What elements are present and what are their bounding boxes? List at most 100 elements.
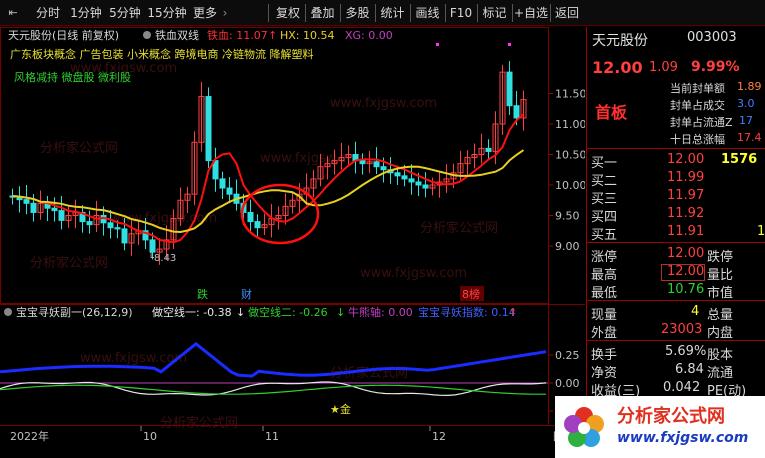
candle-down [121,228,128,244]
indicator-name: 铁血双线 [155,28,199,42]
price-axis-label: 9.00 [555,240,580,253]
candle-down [51,207,58,212]
bid-row[interactable]: 买二 11.99 [587,169,765,189]
stat-value: 1.89 [737,80,762,93]
fin-value: 0.042 [663,380,701,395]
detail-label: 外盘 [591,326,618,341]
fin-row: 净资 6.84 流通 [587,361,765,381]
stock-code: 003003 [687,30,737,45]
bid-label: 买五 [591,228,618,243]
sub-settings-icon[interactable] [4,308,12,316]
price-axis-label: 9.50 [555,210,580,223]
restore-rights-button[interactable]: 复权 [272,3,304,23]
period-tab-15min[interactable]: 15分钟 [146,3,188,23]
tiexue-arrow-icon: ↑ [268,29,277,42]
toolbar-divider [268,4,269,22]
sub-indicator-title: 宝宝寻妖副一(26,12,9) [16,305,133,319]
overlay-button[interactable]: 叠加 [306,3,339,23]
event-tag-ranking[interactable]: 8榜 [462,287,480,301]
candle-down [205,96,212,162]
multi-stock-button[interactable]: 多股 [341,3,374,23]
fin-value: 5.69% [665,344,707,359]
mark-button[interactable]: 标记 [478,3,511,23]
style-tags: 风格减持 微盘股 微利股 [14,70,131,84]
quote-panel: 天元股份 003003 12.00 1.09 9.99% 首板 当前封单额 1.… [586,27,765,445]
stat-row: 封单占成交 3.0 [587,96,765,113]
detail-row: 现量 4 总量 [587,303,765,323]
add-watchlist-button[interactable]: +自选 [513,3,549,23]
chart-title: 天元股份(日线 前复权) [8,28,119,42]
more-chevron-icon[interactable]: › [219,3,231,23]
period-tab-5min[interactable]: 5分钟 [107,3,143,23]
event-tag-fall[interactable]: 跌 [197,287,208,301]
short-line-2-arrow-icon: ↓ [336,306,345,319]
bid-row[interactable]: 买三 11.97 [587,187,765,207]
candle-down [247,211,254,223]
statistics-button[interactable]: 统计 [376,3,409,23]
detail-row: 涨停 12.00 跌停 [587,245,765,265]
detail-right-label: 内盘 [707,326,734,341]
time-label-year: 2022年 [10,429,49,443]
svg-text:分析家公式网: 分析家公式网 [420,220,498,236]
detail-row: 最高 12.00 量比 [587,263,765,283]
concept-tags: 广东板块概念 广告包装 小米概念 跨境电商 冷链物流 降解塑料 [10,47,313,61]
candle-down [415,181,422,186]
detail-right-label: 市值 [707,286,734,301]
candle-down [506,71,513,107]
bid-price: 11.92 [667,206,705,221]
detail-value: 4 [691,304,700,319]
price-axis-label: 11.00 [555,118,585,131]
signal-dot [508,43,511,46]
candle-down [485,147,492,152]
back-button[interactable]: 返回 [551,3,583,23]
panel-divider [587,300,765,301]
candle-down [107,222,114,229]
bid-row[interactable]: 买一 12.00 1576 [587,151,765,171]
bid-price: 11.91 [667,224,705,239]
candle-down [394,172,401,177]
back-to-start-icon[interactable]: ⇤ [3,3,23,23]
tiexue-value: 铁血: 11.07 [207,28,268,42]
candle-down [86,221,93,226]
short-line-1-value: 做空线一: -0.38 [152,305,232,319]
xg-value: XG: 0.00 [345,29,393,42]
svg-text:分析家公式网: 分析家公式网 [160,415,238,431]
period-tab-more[interactable]: 更多 [191,3,219,23]
sub-axis-label: 0.00 [555,377,580,390]
detail-row: 最低 10.76 市值 [587,281,765,301]
watermark-url: www.fxjgsw.com [617,430,749,446]
last-price: 12.00 [592,58,643,77]
period-tab-1min[interactable]: 1分钟 [68,3,104,23]
kline-chart[interactable]: www.fxjgsw.com www.fxjgsw.com 分析家公式网 www… [0,27,585,445]
candle-down [219,178,226,189]
bid-volume: 1 [757,224,765,239]
indicator-settings-icon[interactable] [143,31,151,39]
bid-row[interactable]: 买五 11.91 1 [587,223,765,243]
svg-text:分析家公式网: 分析家公式网 [40,140,118,156]
stat-label: 十日总涨幅 [670,133,725,146]
candle-down [422,184,429,189]
watermark-banner: 分析家公式网 www.fxjgsw.com [555,396,765,458]
bid-row[interactable]: 买四 11.92 [587,205,765,225]
candle-down [30,202,37,213]
logo-flower-icon [564,407,604,447]
stat-label: 当前封单额 [670,82,725,95]
bull-bear-axis-value: 牛熊轴: 0.00 [348,305,413,319]
short-line-1-arrow-icon: ↓ [236,306,245,319]
candle-down [359,160,366,165]
candle-down [513,105,520,119]
draw-line-button[interactable]: 画线 [411,3,444,23]
stat-value: 17.4 [737,131,762,144]
fin-value: 6.84 [675,362,704,377]
detail-value: 12.00 [667,264,705,279]
baobao-index-value: 宝宝寻妖指数: 0.14 [418,305,516,319]
period-tab-minute[interactable]: 分时 [31,3,65,23]
stock-terminal: ⇤ 分时 1分钟 5分钟 15分钟 更多 › 复权 叠加 多股 统计 画线 F1… [0,0,765,458]
sub-axis-label: 0.25 [555,349,580,362]
candle-down [149,239,156,253]
hx-value: HX: 10.54 [280,29,335,42]
f10-button[interactable]: F10 [446,3,476,23]
stat-value: 17 [739,114,753,127]
low-price-marker: └8.43 [148,251,176,264]
event-tag-finance[interactable]: 财 [241,287,252,301]
